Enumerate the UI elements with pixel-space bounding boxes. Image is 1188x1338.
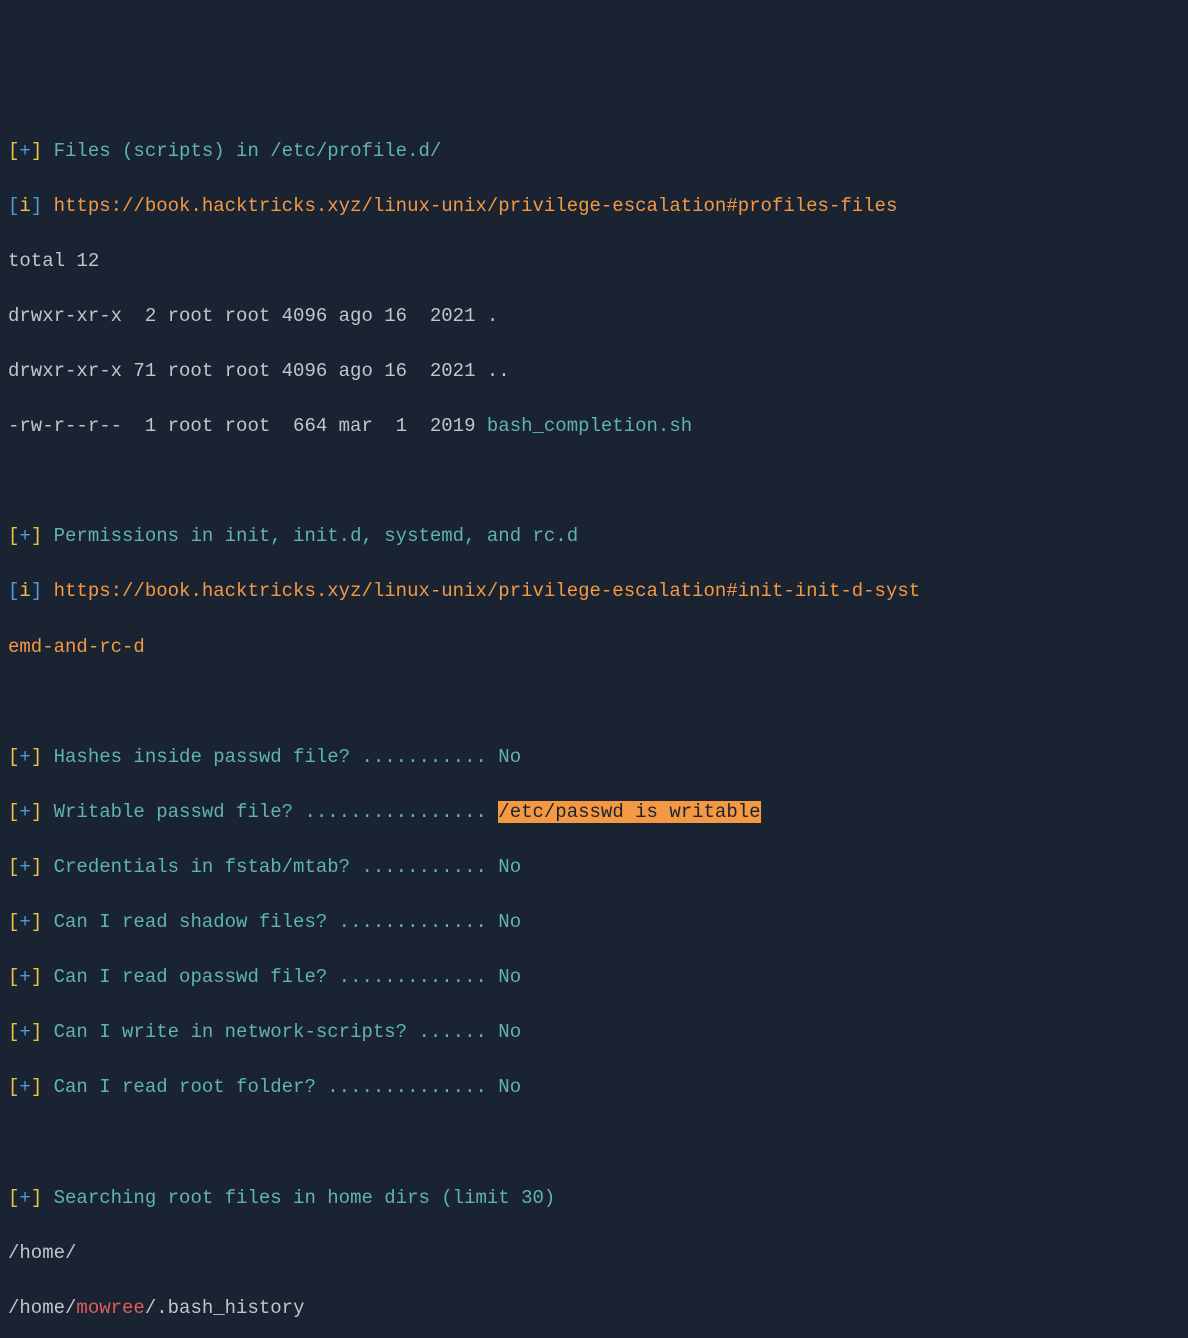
check-result: No bbox=[498, 1021, 521, 1043]
terminal-output[interactable]: [+] Files (scripts) in /etc/profile.d/ [… bbox=[8, 110, 1180, 1338]
check-row: [+] Can I read opasswd file? ...........… bbox=[8, 964, 1180, 992]
check-result: No bbox=[498, 966, 521, 988]
username-highlight: mowree bbox=[76, 1297, 144, 1319]
check-result: No bbox=[498, 911, 521, 933]
info-link-init: [i] https://book.hacktricks.xyz/linux-un… bbox=[8, 578, 1180, 606]
blank-line bbox=[8, 468, 1180, 496]
check-row: [+] Hashes inside passwd file? .........… bbox=[8, 744, 1180, 772]
section-header-profile: [+] Files (scripts) in /etc/profile.d/ bbox=[8, 138, 1180, 166]
check-row: [+] Can I read root folder? ............… bbox=[8, 1074, 1180, 1102]
check-result-highlight: /etc/passwd is writable bbox=[498, 801, 760, 823]
ls-entry: -rw-r--r-- 1 root root 664 mar 1 2019 ba… bbox=[8, 413, 1180, 441]
check-row: [+] Credentials in fstab/mtab? .........… bbox=[8, 854, 1180, 882]
path-entry: /home/mowree/.bash_history bbox=[8, 1295, 1180, 1323]
section-header-search: [+] Searching root files in home dirs (l… bbox=[8, 1185, 1180, 1213]
blank-line bbox=[8, 1129, 1180, 1157]
path-entry: /home/ bbox=[8, 1240, 1180, 1268]
ls-entry: drwxr-xr-x 71 root root 4096 ago 16 2021… bbox=[8, 358, 1180, 386]
section-header-init: [+] Permissions in init, init.d, systemd… bbox=[8, 523, 1180, 551]
info-link-profile: [i] https://book.hacktricks.xyz/linux-un… bbox=[8, 193, 1180, 221]
check-result: No bbox=[498, 856, 521, 878]
ls-entry: drwxr-xr-x 2 root root 4096 ago 16 2021 … bbox=[8, 303, 1180, 331]
check-result: No bbox=[498, 1076, 521, 1098]
check-row: [+] Writable passwd file? ..............… bbox=[8, 799, 1180, 827]
blank-line bbox=[8, 689, 1180, 717]
check-row: [+] Can I read shadow files? ...........… bbox=[8, 909, 1180, 937]
ls-total: total 12 bbox=[8, 248, 1180, 276]
check-row: [+] Can I write in network-scripts? ....… bbox=[8, 1019, 1180, 1047]
check-result: No bbox=[498, 746, 521, 768]
info-link-init-cont: emd-and-rc-d bbox=[8, 634, 1180, 662]
